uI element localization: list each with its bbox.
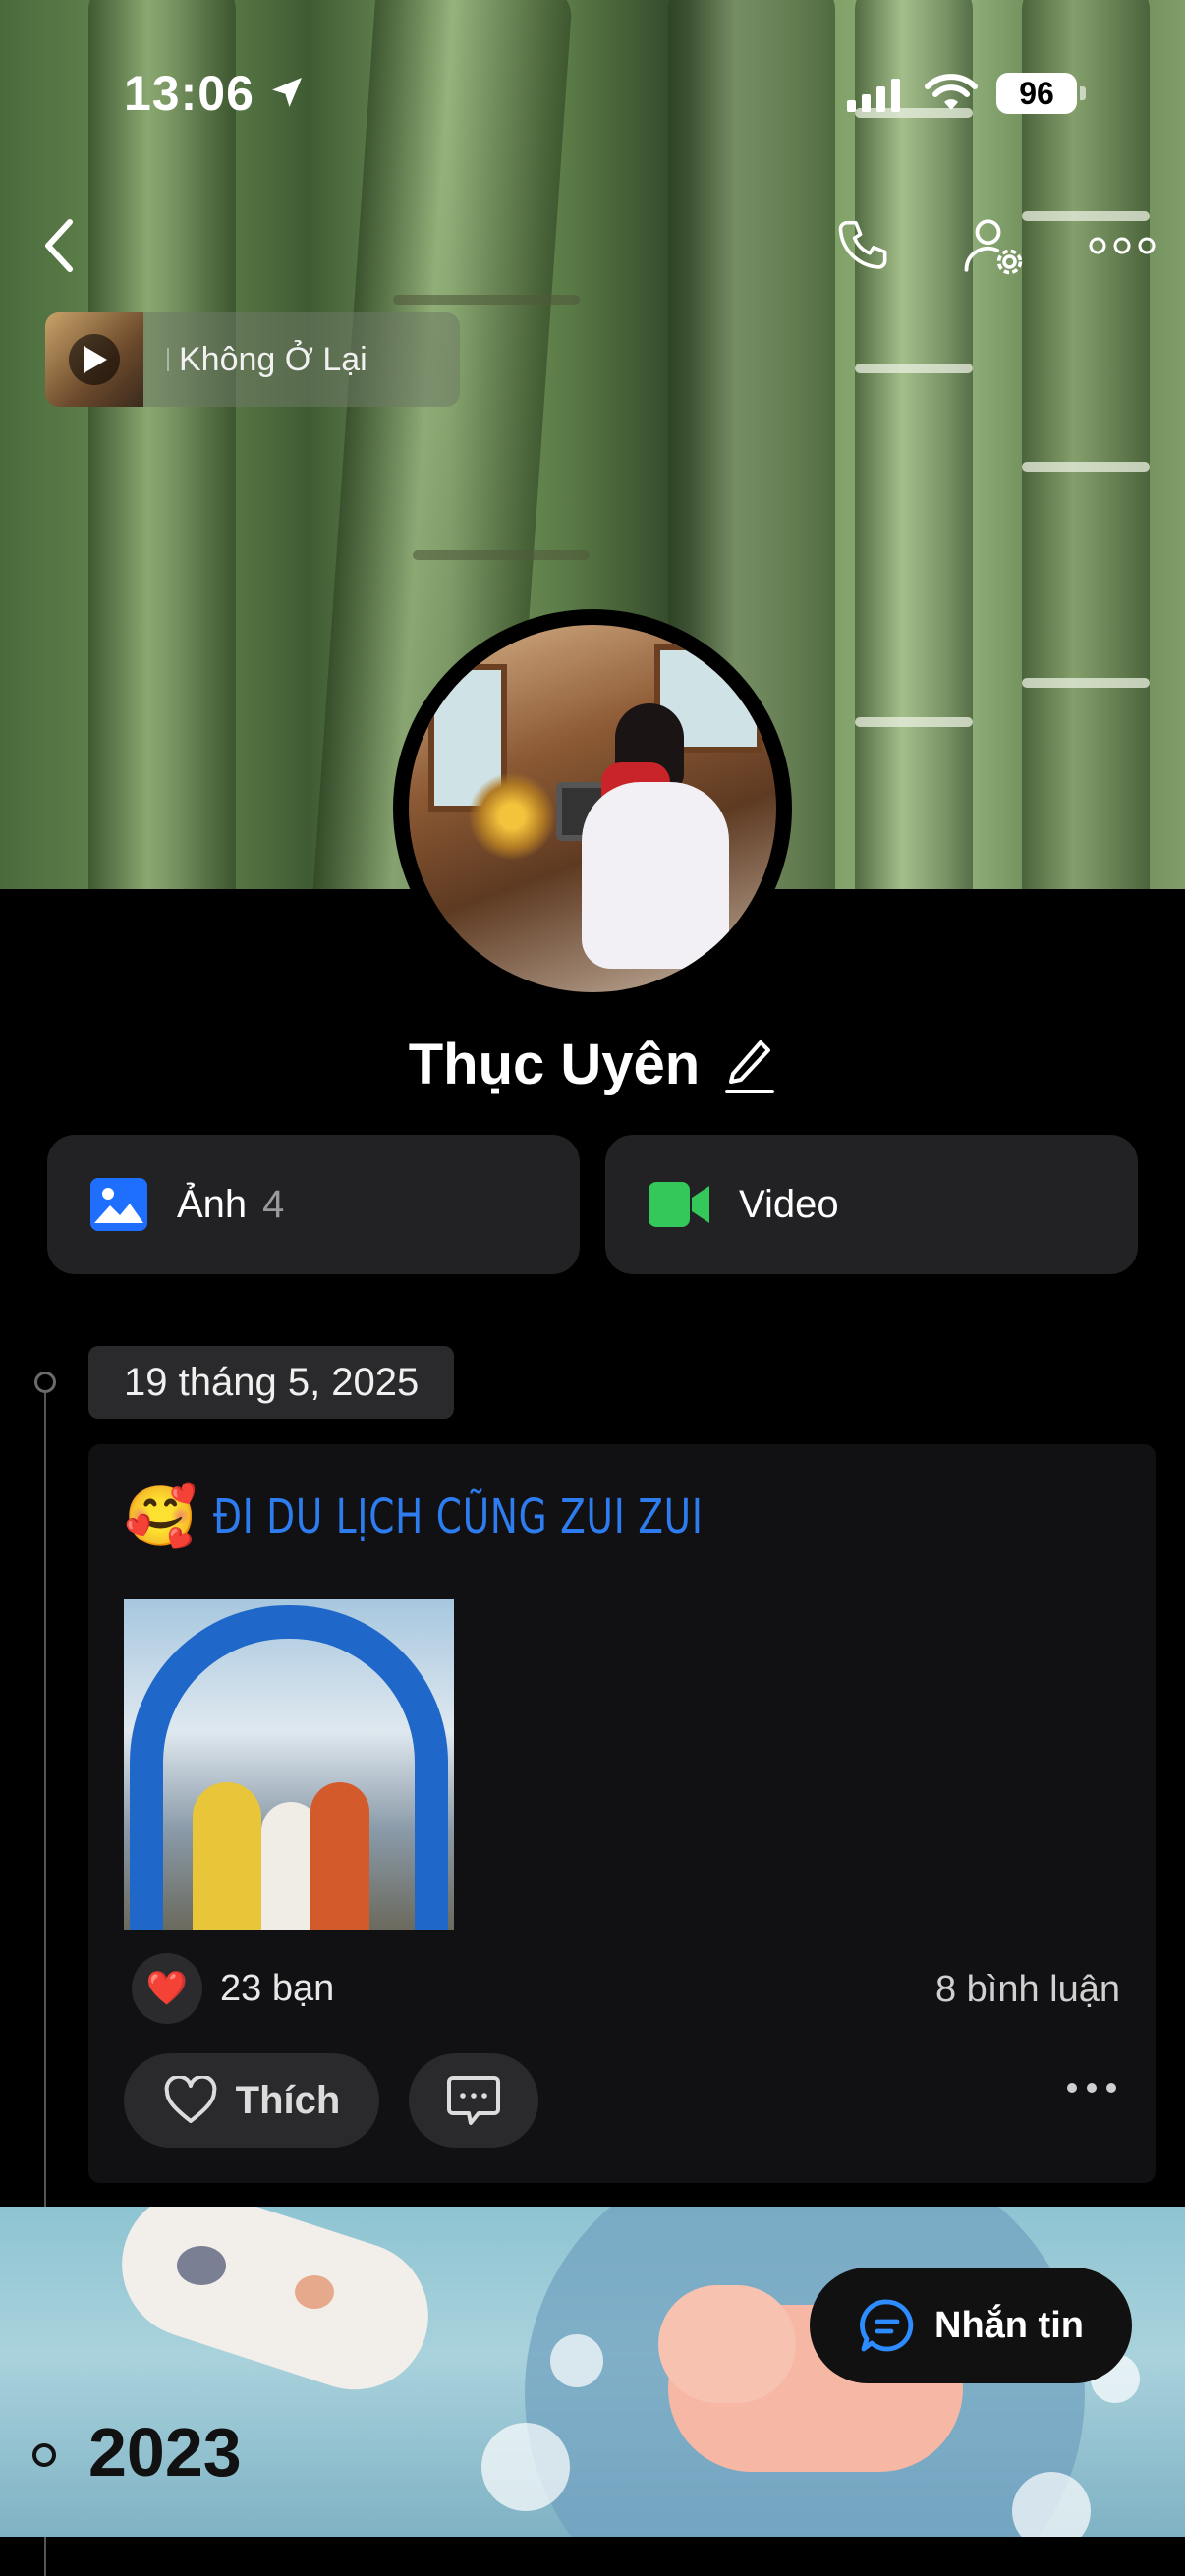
like-button[interactable]: Thích [124,2053,379,2148]
music-title: Không Ở Lại [179,340,367,378]
photos-button[interactable]: Ảnh 4 [47,1135,580,1274]
timeline-date-text: 19 tháng 5, 2025 [124,1360,420,1404]
send-message-button[interactable]: Nhắn tin [810,2268,1132,2383]
signal-icon [847,79,900,112]
photo-icon [90,1178,147,1231]
back-button[interactable] [29,206,88,285]
music-album-art [45,312,143,407]
battery-level: 96 [1019,75,1054,111]
status-bar: 13:06 96 [0,59,1185,128]
status-time: 13:06 [124,66,254,121]
phone-icon [838,220,887,269]
edit-icon[interactable] [721,1035,776,1095]
videos-button[interactable]: Video [605,1135,1138,1274]
post-text: ĐI DU LỊCH CŨNG ZUI ZUI [212,1488,704,1544]
user-settings-icon [964,219,1023,275]
comments-count[interactable]: 8 bình luận [935,1969,1120,2011]
location-arrow-icon [272,78,302,107]
like-label: Thích [235,2078,341,2122]
reaction-badge: ❤️ [132,1953,202,2024]
wifi-icon [925,74,978,110]
more-options-button[interactable] [1081,206,1163,285]
post-card[interactable]: 🥰 ĐI DU LỊCH CŨNG ZUI ZUI ❤️ 23 bạn 8 bì… [88,1444,1156,2183]
profile-settings-button[interactable] [949,206,1038,285]
timeline-year: 2023 [88,2414,242,2491]
post-status-text: 🥰 ĐI DU LỊCH CŨNG ZUI ZUI [124,1482,841,1551]
send-message-label: Nhắn tin [934,2304,1084,2346]
battery-indicator: 96 [996,73,1086,114]
videos-label: Video [739,1182,839,1226]
timeline-year-dot [32,2443,56,2467]
photos-label: Ảnh [177,1182,248,1226]
post-reactions[interactable]: ❤️ 23 bạn [132,1953,334,2024]
post-emoji: 🥰 [124,1484,198,1549]
call-button[interactable] [825,206,904,285]
profile-name-row: Thục Uyên [0,1032,1185,1097]
heart-icon [164,2076,217,2123]
reaction-emoji: ❤️ [145,1970,189,2007]
play-button[interactable] [69,334,120,385]
avatar-image [409,625,776,992]
more-icon [1089,237,1156,254]
video-icon [649,1182,709,1227]
comment-icon [447,2076,500,2125]
play-icon [84,346,107,373]
profile-name: Thục Uyên [408,1033,701,1096]
back-icon [45,219,73,272]
music-separator [167,348,169,371]
timeline-dot [34,1372,56,1393]
photos-count: 4 [262,1182,285,1226]
message-icon [860,2299,914,2352]
post-more-button[interactable] [1067,2083,1116,2093]
likes-count: 23 bạn [220,1967,335,2009]
profile-avatar[interactable] [393,609,792,1008]
post-photo[interactable] [124,1599,454,1930]
comment-button[interactable] [409,2053,538,2148]
banner-cat-illustration [102,2207,448,2409]
profile-music-player[interactable]: Không Ở Lại [45,312,460,407]
timeline-date: 19 tháng 5, 2025 [88,1346,455,1419]
